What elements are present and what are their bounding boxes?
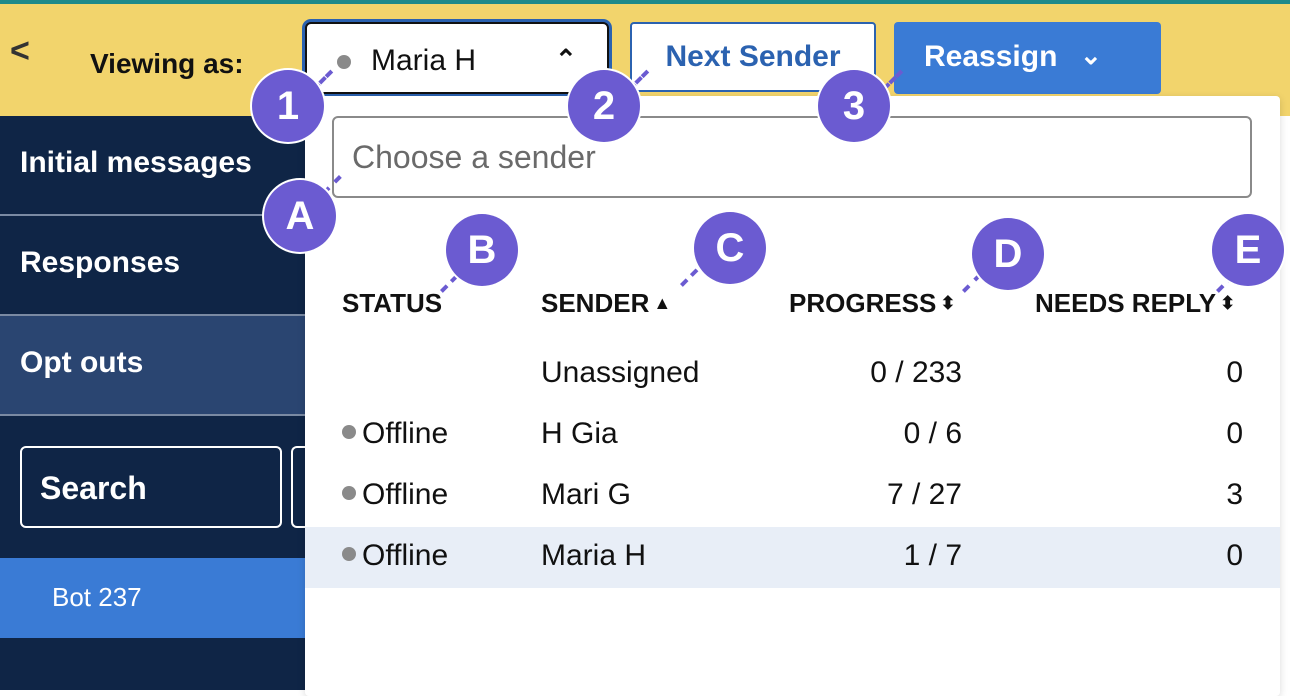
status-dot-icon (337, 55, 351, 69)
chevron-left-icon[interactable]: < (10, 34, 30, 68)
sender-select[interactable]: Maria H ⌃ (305, 22, 609, 94)
sidebar-item-initial-messages[interactable]: Initial messages (0, 116, 305, 216)
column-header-needs-reply[interactable]: NEEDS REPLY ⬍ (1035, 288, 1235, 319)
sender-cell: H Gia (541, 417, 618, 450)
status-cell: Offline (342, 539, 448, 573)
callout-marker-e: E (1212, 214, 1284, 286)
column-header-status[interactable]: STATUS (342, 288, 442, 319)
sender-cell: Unassigned (541, 356, 700, 389)
table-row[interactable]: Offline Mari G 7 / 27 3 (305, 466, 1280, 527)
sidebar-item-responses[interactable]: Responses (0, 216, 305, 316)
status-dot-icon (342, 425, 356, 440)
progress-cell: 0 / 233 (870, 356, 962, 389)
needs-reply-cell: 0 (1226, 417, 1243, 450)
status-cell: Offline (342, 417, 448, 451)
progress-cell: 0 / 6 (903, 417, 962, 450)
table-row[interactable]: Offline H Gia 0 / 6 0 (305, 405, 1280, 466)
chevron-up-icon: ⌃ (555, 44, 577, 74)
sidebar-item-label: Opt outs (20, 346, 144, 379)
sender-dropdown-panel: STATUS SENDER▲ PROGRESS⬍ NEEDS REPLY⬍ Un… (305, 96, 1280, 696)
progress-cell: 1 / 7 (903, 539, 962, 572)
sort-ascending-icon: ▲ (653, 293, 672, 313)
sidebar: Initial messages Responses Opt outs Sear… (0, 116, 311, 690)
status-dot-icon (342, 486, 356, 501)
sidebar-item-opt-outs[interactable]: Opt outs (0, 316, 305, 416)
sidebar-item-label: Responses (20, 246, 181, 279)
column-header-sender[interactable]: SENDER ▲ (541, 288, 671, 319)
callout-marker-3: 3 (818, 70, 890, 142)
needs-reply-cell: 3 (1226, 478, 1243, 511)
sort-icon: ⬍ (1220, 293, 1236, 313)
callout-marker-d: D (972, 218, 1044, 290)
sender-cell: Mari G (541, 478, 631, 511)
status-dot-icon (342, 547, 356, 562)
sort-icon: ⬍ (940, 293, 956, 313)
selected-sender-value: Maria H (371, 44, 477, 77)
callout-marker-2: 2 (568, 70, 640, 142)
bot-label: Bot 237 (52, 582, 142, 612)
search-button-label: Search (40, 470, 147, 506)
status-cell: Offline (342, 478, 448, 512)
table-row-selected[interactable]: Offline Maria H 1 / 7 0 (305, 527, 1280, 588)
reassign-button-label: Reassign (924, 40, 1058, 73)
chevron-down-icon: ⌄ (1080, 40, 1102, 70)
list-item-bot[interactable]: Bot 237 (0, 558, 305, 638)
column-header-progress[interactable]: PROGRESS ⬍ (789, 288, 955, 319)
viewing-as-label: Viewing as: (90, 48, 244, 79)
callout-marker-b: B (446, 214, 518, 286)
needs-reply-cell: 0 (1226, 356, 1243, 389)
callout-marker-1: 1 (252, 70, 324, 142)
choose-sender-input[interactable] (332, 116, 1252, 198)
progress-cell: 7 / 27 (886, 478, 962, 511)
sidebar-item-label: Initial messages (20, 146, 252, 179)
needs-reply-cell: 0 (1226, 539, 1243, 572)
sender-cell: Maria H (541, 539, 647, 572)
callout-marker-a: A (264, 180, 336, 252)
table-row[interactable]: Unassigned 0 / 233 0 (305, 344, 1280, 405)
callout-marker-c: C (694, 212, 766, 284)
search-button[interactable]: Search (20, 446, 282, 528)
reassign-button[interactable]: Reassign ⌄ (894, 22, 1161, 94)
